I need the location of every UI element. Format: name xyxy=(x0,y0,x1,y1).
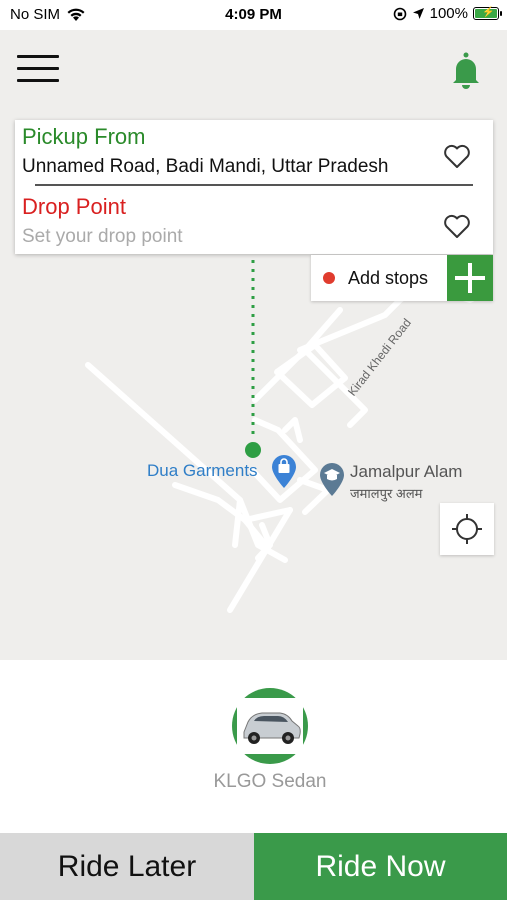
drop-favorite-heart-icon[interactable] xyxy=(443,213,471,239)
pickup-location-dot xyxy=(245,442,261,458)
location-arrow-icon xyxy=(412,8,424,19)
shopping-bag-pin-icon[interactable] xyxy=(270,453,298,489)
poi-jamalpur-alam-label: Jamalpur Alam xyxy=(350,462,463,481)
vehicle-option-sedan[interactable]: KLGO Sedan xyxy=(205,686,335,796)
drop-address-field[interactable]: Set your drop point xyxy=(22,226,183,248)
poi-jamalpur-alam-hindi: जमालपुर अलम xyxy=(350,486,423,501)
pickup-label: Pickup From xyxy=(22,124,146,149)
stop-dot xyxy=(323,272,335,284)
battery-charging-icon: ⚡ xyxy=(473,7,502,20)
graduation-cap-pin-icon[interactable] xyxy=(318,461,346,497)
vehicle-name: KLGO Sedan xyxy=(213,771,327,792)
status-bar-right: 100% ⚡ xyxy=(393,5,502,22)
vehicle-avatar xyxy=(232,688,308,764)
locate-me-button[interactable] xyxy=(440,503,494,555)
status-bar: No SIM 4:09 PM 100% ⚡ xyxy=(0,0,507,30)
orientation-lock-icon xyxy=(393,7,406,20)
ride-now-button[interactable]: Ride Now xyxy=(254,833,507,900)
vehicle-panel: KLGO Sedan xyxy=(0,660,507,833)
address-divider xyxy=(35,184,473,186)
add-stops-label: Add stops xyxy=(348,268,429,288)
bell-icon[interactable] xyxy=(448,50,484,90)
crosshair-icon xyxy=(452,514,482,544)
plus-icon[interactable] xyxy=(447,255,493,301)
hamburger-menu-icon[interactable] xyxy=(17,55,61,85)
battery-percent: 100% xyxy=(429,5,468,22)
ride-later-button[interactable]: Ride Later xyxy=(0,833,254,900)
poi-dua-garments-label: Dua Garments xyxy=(147,461,258,480)
pickup-favorite-heart-icon[interactable] xyxy=(443,143,471,169)
address-card: Pickup From Unnamed Road, Badi Mandi, Ut… xyxy=(15,120,493,254)
sedan-car-icon xyxy=(232,688,308,764)
drop-label: Drop Point xyxy=(22,194,126,219)
pickup-address-field[interactable]: Unnamed Road, Badi Mandi, Uttar Pradesh xyxy=(22,156,427,178)
add-stops-button[interactable]: Add stops xyxy=(311,255,493,301)
